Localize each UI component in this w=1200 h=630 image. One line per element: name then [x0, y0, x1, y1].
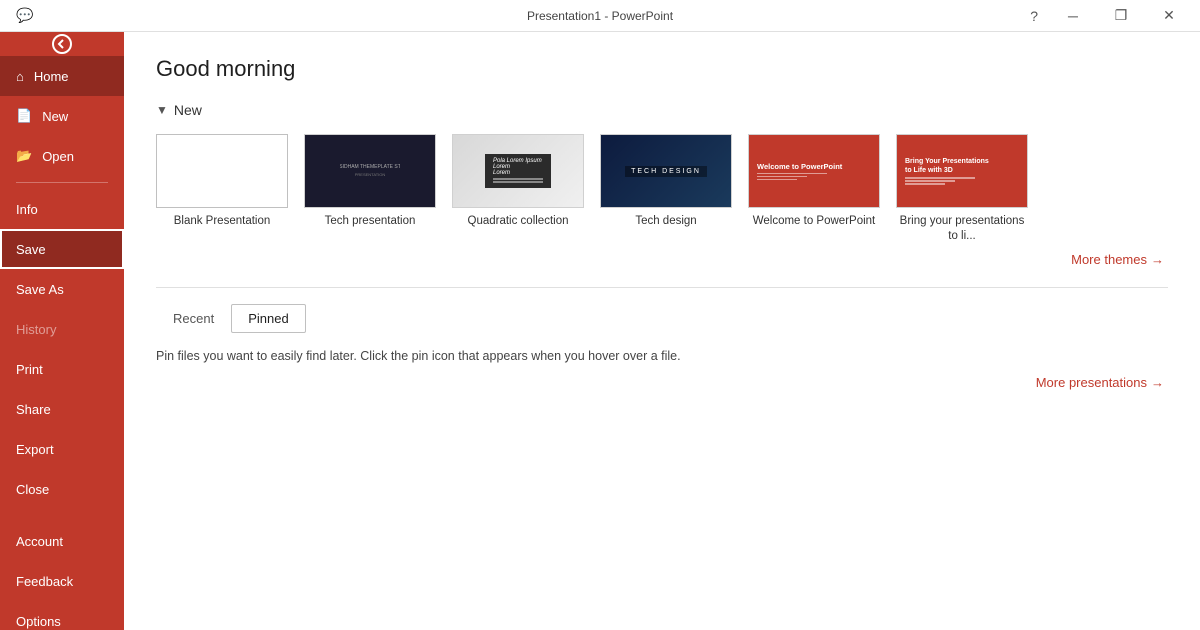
- feedback-icon[interactable]: 💬: [16, 7, 33, 24]
- sidebar-label-info: Info: [16, 202, 38, 217]
- sidebar-item-save-as[interactable]: Save As: [0, 269, 124, 309]
- arrow-right-icon: →: [1151, 252, 1164, 267]
- sidebar-label-home: Home: [34, 69, 69, 84]
- template-thumb-welcome-ppt: Welcome to PowerPoint: [748, 134, 880, 208]
- minimize-button[interactable]: ─: [1050, 0, 1096, 32]
- sidebar-label-options: Options: [16, 614, 61, 629]
- sidebar-item-info[interactable]: Info: [0, 189, 124, 229]
- template-thumb-quadratic: Pola Lorem Ipsum Lorem Lorem: [452, 134, 584, 208]
- sidebar-item-share[interactable]: Share: [0, 389, 124, 429]
- template-thumb-tech-pres: SIDHAM THEMEPLATE ST PRESENTATION: [304, 134, 436, 208]
- more-presentations-link[interactable]: More presentations →: [156, 375, 1168, 390]
- template-quadratic[interactable]: Pola Lorem Ipsum Lorem Lorem Quadratic c…: [452, 134, 584, 229]
- sidebar-item-export[interactable]: Export: [0, 429, 124, 469]
- sidebar-item-options[interactable]: Options: [0, 601, 124, 630]
- sidebar-divider-1: [16, 182, 108, 183]
- greeting-text: Good morning: [156, 56, 1168, 82]
- window-title: Presentation1 - PowerPoint: [527, 9, 673, 23]
- sidebar-item-new[interactable]: 📄 New: [0, 96, 124, 136]
- tab-recent[interactable]: Recent: [156, 304, 231, 333]
- tab-recent-label: Recent: [173, 311, 214, 326]
- template-thumb-blank: [156, 134, 288, 208]
- template-label-tech-design: Tech design: [635, 214, 696, 229]
- sidebar-item-account[interactable]: Account: [0, 521, 124, 561]
- template-tech-pres[interactable]: SIDHAM THEMEPLATE ST PRESENTATION Tech p…: [304, 134, 436, 229]
- welcome-content: Welcome to PowerPoint: [757, 162, 871, 181]
- more-presentations-label: More presentations: [1036, 375, 1147, 390]
- section-divider: [156, 287, 1168, 288]
- more-themes-label: More themes: [1071, 252, 1147, 267]
- template-label-welcome-ppt: Welcome to PowerPoint: [753, 214, 876, 229]
- svg-text:SIDHAM THEMEPLATE ST: SIDHAM THEMEPLATE ST: [340, 164, 400, 170]
- main-content: Good morning ▼ New Blank Presentation SI…: [124, 32, 1200, 630]
- template-label-blank: Blank Presentation: [174, 214, 271, 229]
- home-icon: ⌂: [16, 69, 24, 84]
- titlebar-left-icons: 💬: [8, 7, 33, 24]
- template-label-bring-3d: Bring your presentations to li...: [896, 214, 1028, 244]
- window-controls: ? ─ ❐ ✕: [1020, 0, 1192, 32]
- sidebar-item-open[interactable]: 📂 Open: [0, 136, 124, 176]
- template-label-quadratic: Quadratic collection: [468, 214, 569, 229]
- quadratic-content: Pola Lorem Ipsum Lorem Lorem: [453, 135, 583, 207]
- quad-text-block: Pola Lorem Ipsum Lorem Lorem: [485, 154, 551, 188]
- sidebar-label-save: Save: [16, 242, 46, 257]
- close-button[interactable]: ✕: [1146, 0, 1192, 32]
- sidebar-bottom: Account Feedback Options: [0, 521, 124, 630]
- section-label: New: [174, 102, 202, 118]
- sidebar-item-feedback[interactable]: Feedback: [0, 561, 124, 601]
- tech-pres-content: SIDHAM THEMEPLATE ST PRESENTATION: [305, 135, 435, 207]
- sidebar-label-open: Open: [42, 149, 74, 164]
- help-icon[interactable]: ?: [1020, 8, 1048, 24]
- template-bring-3d[interactable]: Bring Your Presentationsto Life with 3D …: [896, 134, 1028, 244]
- arrow-right-icon-2: →: [1151, 375, 1164, 390]
- sidebar-label-share: Share: [16, 402, 51, 417]
- template-blank[interactable]: Blank Presentation: [156, 134, 288, 229]
- sidebar-label-history: History: [16, 322, 56, 337]
- sidebar: ⌂ Home 📄 New 📂 Open Info Save Save As: [0, 32, 124, 630]
- template-welcome-ppt[interactable]: Welcome to PowerPoint Welcome to PowerPo…: [748, 134, 880, 229]
- svg-text:PRESENTATION: PRESENTATION: [355, 172, 386, 177]
- app-body: ⌂ Home 📄 New 📂 Open Info Save Save As: [0, 32, 1200, 630]
- sidebar-item-save[interactable]: Save: [0, 229, 124, 269]
- sidebar-label-print: Print: [16, 362, 43, 377]
- chevron-down-icon: ▼: [156, 103, 168, 117]
- template-thumb-bring-3d: Bring Your Presentationsto Life with 3D: [896, 134, 1028, 208]
- tab-pinned[interactable]: Pinned: [231, 304, 305, 333]
- new-section-header[interactable]: ▼ New: [156, 102, 1168, 118]
- sidebar-label-export: Export: [16, 442, 54, 457]
- open-icon: 📂: [16, 148, 32, 164]
- sidebar-item-home[interactable]: ⌂ Home: [0, 56, 124, 96]
- sidebar-label-account: Account: [16, 534, 63, 549]
- tech-pres-graphic: SIDHAM THEMEPLATE ST PRESENTATION: [340, 156, 400, 186]
- pinned-empty-message: Pin files you want to easily find later.…: [156, 349, 1168, 363]
- template-thumb-tech-design: TECH DESIGN: [600, 134, 732, 208]
- tabs-row: Recent Pinned: [156, 304, 1168, 333]
- sidebar-label-close: Close: [16, 482, 49, 497]
- restore-button[interactable]: ❐: [1098, 0, 1144, 32]
- template-tech-design[interactable]: TECH DESIGN Tech design: [600, 134, 732, 229]
- titlebar: 💬 Presentation1 - PowerPoint ? ─ ❐ ✕: [0, 0, 1200, 32]
- templates-row: Blank Presentation SIDHAM THEMEPLATE ST …: [156, 134, 1168, 244]
- template-label-tech-pres: Tech presentation: [325, 214, 416, 229]
- sidebar-label-new: New: [42, 109, 68, 124]
- sidebar-item-print[interactable]: Print: [0, 349, 124, 389]
- sidebar-label-feedback: Feedback: [16, 574, 73, 589]
- more-themes-link[interactable]: More themes →: [156, 252, 1168, 267]
- back-button[interactable]: [0, 32, 124, 56]
- tab-pinned-label: Pinned: [248, 311, 288, 326]
- sidebar-nav: ⌂ Home 📄 New 📂 Open Info Save Save As: [0, 56, 124, 509]
- tech-design-content: TECH DESIGN: [601, 135, 731, 207]
- sidebar-item-close[interactable]: Close: [0, 469, 124, 509]
- sidebar-item-history[interactable]: History: [0, 309, 124, 349]
- bring3d-content: Bring Your Presentationsto Life with 3D: [905, 157, 1019, 185]
- new-icon: 📄: [16, 108, 32, 124]
- sidebar-label-save-as: Save As: [16, 282, 64, 297]
